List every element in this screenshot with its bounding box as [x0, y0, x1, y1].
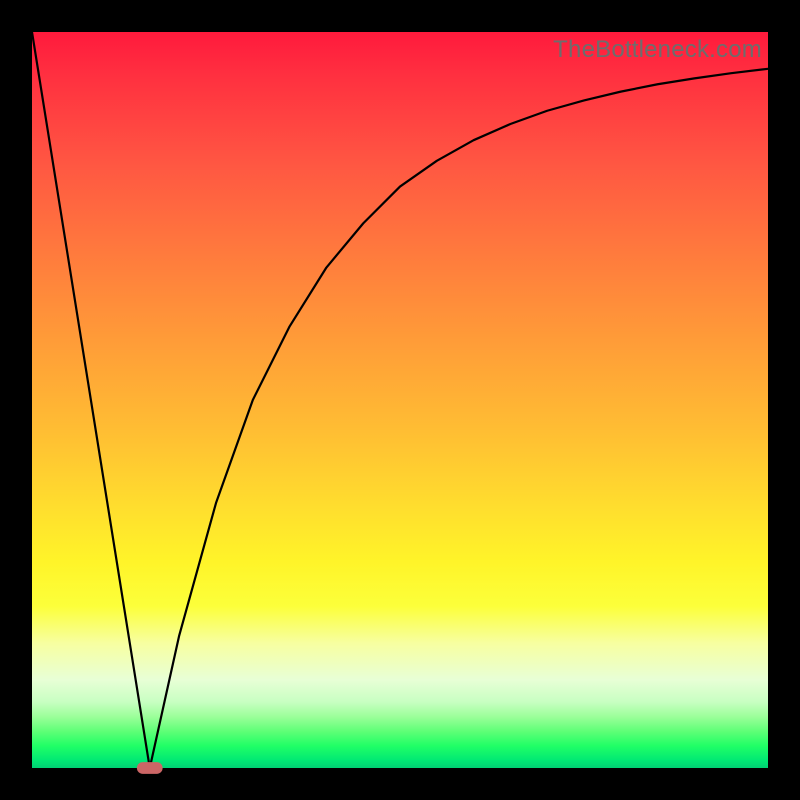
chart-frame: TheBottleneck.com — [0, 0, 800, 800]
plot-area: TheBottleneck.com — [32, 32, 768, 768]
curve-layer — [32, 32, 768, 768]
bottleneck-curve — [32, 32, 768, 768]
optimal-marker — [137, 762, 163, 774]
